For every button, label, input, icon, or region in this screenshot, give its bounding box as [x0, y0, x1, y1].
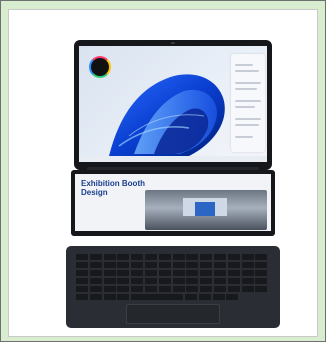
- key-row: [76, 254, 270, 260]
- key: [145, 262, 157, 268]
- key: [255, 278, 268, 284]
- key: [158, 270, 171, 276]
- key: [76, 294, 88, 300]
- key: [103, 254, 116, 260]
- key: [117, 262, 130, 268]
- key: [212, 294, 225, 300]
- key: [200, 278, 213, 284]
- key: [255, 262, 268, 268]
- key: [103, 262, 116, 268]
- lower-screen: Exhibition Booth Design: [75, 174, 271, 231]
- key: [241, 270, 254, 276]
- key: [89, 286, 102, 292]
- key: [145, 278, 157, 284]
- key: [255, 286, 268, 292]
- key: [103, 286, 116, 292]
- key: [131, 286, 144, 292]
- webcam: [171, 42, 175, 44]
- key: [200, 286, 213, 292]
- touchpad: [126, 304, 220, 324]
- key: [185, 294, 197, 300]
- booth-render-image: [145, 190, 267, 230]
- key: [131, 270, 144, 276]
- key: [76, 270, 88, 276]
- key: [227, 278, 240, 284]
- key: [198, 294, 211, 300]
- booth-stand: [195, 202, 215, 216]
- key-row: [76, 294, 270, 300]
- key: [214, 254, 226, 260]
- taskbar: [79, 156, 267, 162]
- key: [186, 278, 199, 284]
- key: [76, 254, 88, 260]
- key: [172, 254, 185, 260]
- key: [117, 278, 130, 284]
- key: [131, 254, 144, 260]
- key: [158, 254, 171, 260]
- key: [227, 262, 240, 268]
- key: [227, 254, 240, 260]
- key-row: [76, 270, 270, 276]
- product-card: Exhibition Booth Design: [8, 9, 318, 337]
- key: [117, 270, 130, 276]
- key: [255, 270, 268, 276]
- key: [186, 254, 199, 260]
- lower-display: Exhibition Booth Design: [71, 170, 275, 236]
- key: [227, 270, 240, 276]
- key: [214, 286, 226, 292]
- key: [241, 286, 254, 292]
- key: [103, 278, 116, 284]
- key: [131, 294, 184, 300]
- key: [172, 278, 185, 284]
- key: [89, 254, 102, 260]
- key: [186, 270, 199, 276]
- key: [172, 270, 185, 276]
- key: [214, 270, 226, 276]
- image-frame: Exhibition Booth Design: [0, 0, 326, 342]
- key: [200, 254, 213, 260]
- key-row: [76, 262, 270, 268]
- key: [241, 254, 254, 260]
- key-row: [76, 286, 270, 292]
- key: [158, 286, 171, 292]
- upper-display: [74, 40, 272, 170]
- key: [214, 278, 226, 284]
- key: [186, 262, 199, 268]
- key: [76, 286, 88, 292]
- upper-screen: [79, 46, 267, 162]
- key: [117, 254, 130, 260]
- key: [117, 286, 130, 292]
- key: [103, 294, 116, 300]
- key-grid: [76, 254, 270, 300]
- key: [214, 262, 226, 268]
- key: [145, 286, 157, 292]
- key: [158, 262, 171, 268]
- key: [226, 294, 239, 300]
- key: [103, 270, 116, 276]
- key: [241, 262, 254, 268]
- key: [89, 270, 102, 276]
- key: [158, 278, 171, 284]
- key: [172, 262, 185, 268]
- key: [89, 294, 102, 300]
- key-row: [76, 278, 270, 284]
- key: [131, 262, 144, 268]
- key: [76, 278, 88, 284]
- key: [241, 278, 254, 284]
- key: [200, 262, 213, 268]
- key: [227, 286, 240, 292]
- key: [186, 286, 199, 292]
- key: [131, 278, 144, 284]
- key: [89, 278, 102, 284]
- side-widget-panel: [231, 54, 265, 152]
- key: [255, 254, 268, 260]
- key: [172, 286, 185, 292]
- key: [117, 294, 130, 300]
- key: [76, 262, 88, 268]
- key: [200, 270, 213, 276]
- key: [145, 254, 157, 260]
- key: [145, 270, 157, 276]
- key: [89, 262, 102, 268]
- detachable-keyboard: [66, 246, 280, 328]
